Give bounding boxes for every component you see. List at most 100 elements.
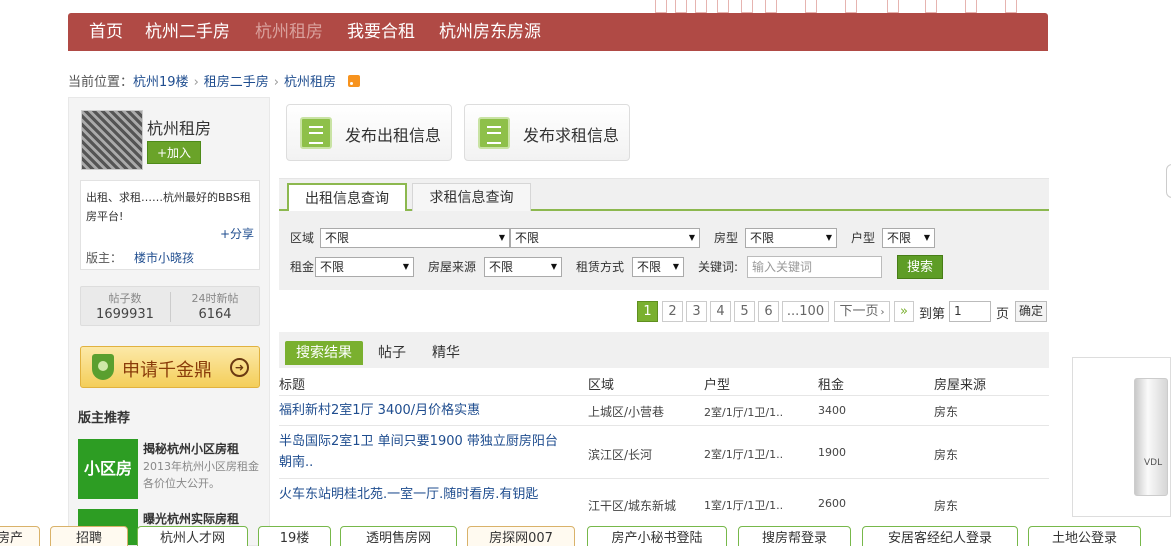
lease-mode-select[interactable]: 不限	[632, 257, 684, 277]
breadcrumb-item-rent-secondhand[interactable]: 租房二手房	[204, 75, 269, 90]
listing-area: 上城区/小营巷	[588, 405, 665, 419]
listing-title-link[interactable]: 福利新村2室1厅 3400/月价格实惠	[279, 400, 569, 421]
floating-scroll-handle[interactable]	[1166, 164, 1171, 198]
footer-link[interactable]: 19楼	[258, 526, 331, 546]
apply-gold-button[interactable]: 申请千金鼎 ➜	[80, 346, 260, 388]
column-header-title: 标题	[279, 378, 306, 393]
listing-source: 房东	[934, 499, 959, 513]
moderator-label: 版主：	[86, 251, 123, 265]
footer-link[interactable]: 安居客经纪人登录	[862, 526, 1018, 546]
tab-rent-seek-search[interactable]: 求租信息查询	[412, 183, 531, 211]
tab-featured[interactable]: 精华	[432, 341, 460, 365]
breadcrumb-item-19lou[interactable]: 杭州19楼	[133, 75, 189, 90]
source-select[interactable]: 不限	[484, 257, 562, 277]
tab-search-results[interactable]: 搜索结果	[285, 341, 363, 365]
footer-link[interactable]: 透明售房网	[340, 526, 457, 546]
moderator: 版主： 楼市小晓孩	[86, 249, 194, 266]
stat-label: 24时新帖	[191, 292, 239, 305]
rent-select[interactable]: 不限	[315, 257, 414, 277]
nav-landlord[interactable]: 杭州房东房源	[439, 13, 541, 51]
chevron-right-icon: ›	[193, 75, 199, 90]
recommend-item-desc: 2013年杭州小区房租金各价位大公开。	[143, 460, 259, 490]
nav-home[interactable]: 首页	[89, 13, 123, 51]
row-divider	[279, 425, 1049, 426]
shield-icon	[92, 354, 114, 380]
last-page-button[interactable]: »	[894, 301, 914, 322]
rent-label: 租金	[290, 260, 315, 274]
listing-unit: 2室/1厅/1卫/1..	[704, 448, 784, 461]
rss-icon[interactable]	[348, 75, 360, 87]
footer-link[interactable]: 房产	[0, 526, 40, 546]
room-type-label: 房型	[714, 231, 739, 245]
page-1[interactable]: 1	[637, 301, 658, 322]
moderator-recommend-title: 版主推荐	[78, 411, 131, 426]
nav-second-hand[interactable]: 杭州二手房	[145, 13, 230, 51]
footer-link[interactable]: 杭州人才网	[137, 526, 248, 546]
footer-links: 房产 招聘 杭州人才网 19楼 透明售房网 房探网007 房产小秘书登陆 搜房帮…	[0, 526, 1171, 546]
footer-link[interactable]: 房探网007	[467, 526, 575, 546]
publish-rent-out-button[interactable]: 发布出租信息	[286, 104, 452, 161]
side-advertisement[interactable]: VDL	[1072, 357, 1171, 517]
recommend-item-title[interactable]: 揭秘杭州小区房租	[143, 440, 239, 457]
chevron-right-icon: ›	[273, 75, 279, 90]
tab-rent-out-search[interactable]: 出租信息查询	[287, 183, 407, 211]
recommend-item-title[interactable]: 曝光杭州实际房租	[143, 510, 239, 527]
moderator-name-link[interactable]: 楼市小晓孩	[134, 251, 194, 265]
footer-link[interactable]: 土地公登录	[1028, 526, 1141, 546]
tab-posts[interactable]: 帖子	[378, 341, 406, 365]
recommend-thumbnail[interactable]: 小区房	[78, 439, 138, 499]
page-last-number[interactable]: ...100	[782, 301, 829, 322]
arrow-right-icon: ➜	[230, 358, 249, 377]
join-button[interactable]: +加入	[147, 141, 201, 164]
breadcrumb-prefix: 当前位置：	[68, 75, 134, 90]
listing-title-link[interactable]: 半岛国际2室1卫 单间只要1900 带独立厨房阳台 朝南..	[279, 431, 569, 473]
goto-label: 到第	[919, 307, 946, 322]
forum-stats: 帖子数 1699931 24时新帖 6164	[80, 286, 260, 326]
lease-mode-label: 租赁方式	[576, 260, 625, 274]
room-type-select[interactable]: 不限	[745, 228, 837, 248]
area-select-district[interactable]: 不限	[320, 228, 510, 248]
stat-value: 1699931	[96, 307, 154, 322]
footer-link[interactable]: 搜房帮登录	[738, 526, 851, 546]
keyword-input[interactable]: 输入关键词	[747, 256, 882, 278]
share-button[interactable]: +分享	[220, 225, 254, 242]
apply-label: 申请千金鼎	[122, 360, 212, 381]
product-bottle-image: VDL	[1134, 378, 1168, 496]
stat-new-posts: 24时新帖 6164	[171, 290, 259, 322]
source-label: 房屋来源	[428, 260, 477, 274]
page-2[interactable]: 2	[662, 301, 683, 322]
publish-rent-out-label: 发布出租信息	[345, 126, 442, 145]
forum-avatar	[81, 110, 143, 170]
breadcrumb-item-hz-rent[interactable]: 杭州租房	[284, 75, 336, 90]
page-6[interactable]: 6	[758, 301, 779, 322]
next-page-button[interactable]: 下一页 ›	[834, 301, 890, 322]
area-label: 区域	[290, 231, 315, 245]
listing-title-link[interactable]: 火车东站明桂北苑.一室一厅.随时看房.有钥匙	[279, 484, 569, 505]
header-decoration	[655, 0, 1025, 13]
stat-label: 帖子数	[108, 292, 142, 305]
nav-rent[interactable]: 杭州租房	[255, 13, 323, 51]
forum-description-box: 出租、求租……杭州最好的BBS租房平台! +分享 版主： 楼市小晓孩	[80, 180, 260, 270]
row-divider	[279, 395, 1049, 396]
publish-rent-seek-label: 发布求租信息	[523, 126, 620, 145]
listing-area: 江干区/城东新城	[588, 499, 677, 513]
stat-posts: 帖子数 1699931	[81, 290, 169, 322]
page-4[interactable]: 4	[710, 301, 731, 322]
goto-confirm-button[interactable]: 确定	[1015, 301, 1047, 322]
goto-page-input[interactable]: 1	[949, 301, 991, 322]
unit-select[interactable]: 不限	[882, 228, 935, 248]
search-button[interactable]: 搜索	[897, 255, 943, 279]
document-icon	[300, 117, 332, 149]
footer-link[interactable]: 招聘	[50, 526, 128, 546]
area-select-sub[interactable]: 不限	[510, 228, 700, 248]
page-3[interactable]: 3	[686, 301, 707, 322]
publish-rent-seek-button[interactable]: 发布求租信息	[464, 104, 630, 161]
column-header-area: 区域	[588, 378, 615, 393]
listing-source: 房东	[934, 448, 959, 462]
page-5[interactable]: 5	[734, 301, 755, 322]
sidebar: 杭州租房 +加入 出租、求租……杭州最好的BBS租房平台! +分享 版主： 楼市小…	[68, 97, 270, 546]
nav-share-rent[interactable]: 我要合租	[347, 13, 415, 51]
forum-name: 杭州租房	[147, 119, 212, 138]
footer-link[interactable]: 房产小秘书登陆	[587, 526, 727, 546]
top-navigation: 首页 杭州二手房 杭州租房 我要合租 杭州房东房源	[68, 13, 1048, 51]
